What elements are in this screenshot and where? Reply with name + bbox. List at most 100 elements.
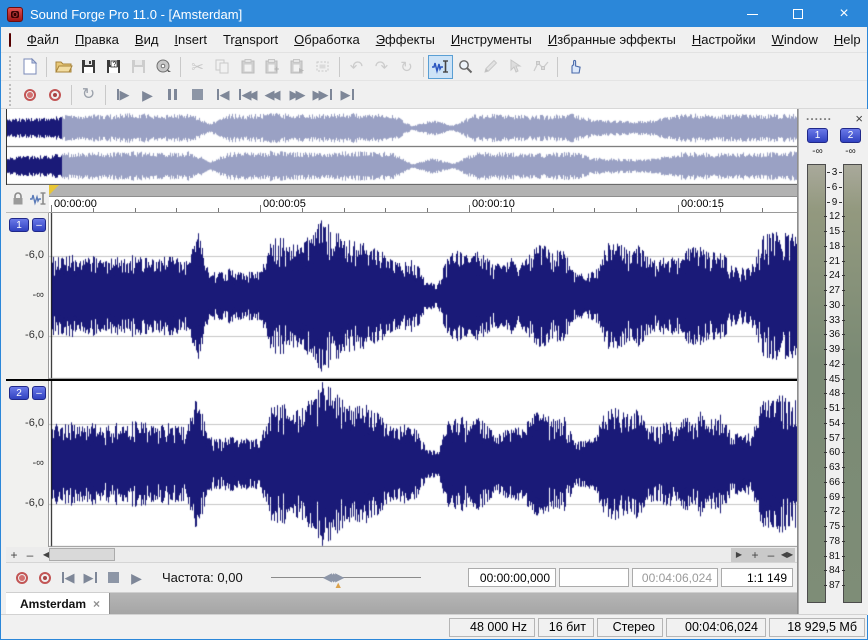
zoom-right-button-0[interactable]: ▶ — [731, 548, 747, 562]
extract-cd-button[interactable] — [151, 55, 176, 79]
meter-scale-label: 78 — [822, 536, 847, 546]
open-button[interactable] — [51, 55, 76, 79]
meter-channel1-button[interactable]: 1 — [807, 128, 828, 143]
meter-scale-label: 45 — [822, 374, 847, 384]
zoom-right-button-3[interactable]: ◀▶ — [779, 548, 795, 562]
zoom-ratio-field[interactable]: 1:1 149 — [721, 568, 793, 587]
trim-button — [310, 55, 335, 79]
go-to-end-button[interactable]: ▶ — [79, 566, 102, 590]
go-to-start-button[interactable]: ◀ — [210, 83, 235, 107]
zoom-left-button-1[interactable]: – — [22, 548, 38, 562]
play-button[interactable]: ▶ — [135, 83, 160, 107]
length-field[interactable]: 00:04:06,024 — [632, 568, 718, 587]
redo-button: ↷ — [369, 55, 394, 79]
save-as-button[interactable]: ? — [101, 55, 126, 79]
free-space-cell: 18 929,5 Мб — [769, 618, 865, 637]
maximize-button[interactable] — [775, 1, 821, 27]
meter-channel2-button[interactable]: 2 — [840, 128, 861, 143]
toolbar-grip[interactable] — [9, 56, 13, 78]
play-all-button[interactable]: ▶ — [110, 83, 135, 107]
meter-scale-label: 12 — [822, 212, 847, 222]
selection-field[interactable] — [559, 568, 629, 587]
toolbar-separator — [423, 57, 424, 77]
record-button[interactable] — [10, 566, 33, 590]
lock-icon[interactable] — [11, 191, 25, 206]
time-ruler[interactable]: 00:00:0000:00:0500:00:1000:00:15 — [49, 197, 797, 213]
scrub-center-marker: ▲ — [334, 580, 343, 590]
menu-инструменты[interactable]: Инструменты — [443, 28, 540, 51]
pencil-tool-button — [478, 55, 503, 79]
bit-depth-cell: 16 бит — [538, 618, 594, 637]
play-button[interactable]: ▶ — [125, 566, 148, 590]
menu-настройки[interactable]: Настройки — [684, 28, 764, 51]
scrub-slider[interactable]: ◀◆▶ ▲ — [271, 568, 421, 588]
stop-button[interactable] — [185, 83, 210, 107]
stop-button[interactable] — [102, 566, 125, 590]
close-button[interactable]: × — [821, 1, 867, 27]
loop-playback-button[interactable]: ↻ — [76, 83, 101, 107]
menu-правка[interactable]: Правка — [67, 28, 127, 51]
meter-scale-label: 9 — [822, 197, 847, 207]
channel1-collapse-button[interactable]: – — [32, 218, 46, 232]
cursor-flag[interactable] — [49, 185, 59, 195]
edit-tool-button[interactable] — [428, 55, 453, 79]
svg-text:?: ? — [112, 62, 116, 69]
menu-help[interactable]: Help — [826, 28, 868, 51]
scrub-track[interactable] — [271, 577, 421, 578]
menu-insert[interactable]: Insert — [166, 28, 215, 51]
meter-scale-label: 54 — [822, 418, 847, 428]
file-overview-strip[interactable] — [6, 109, 797, 185]
magnify-tool-button[interactable] — [453, 55, 478, 79]
db-label: -6,0 — [8, 497, 44, 509]
zoom-right-button-2[interactable]: – — [763, 548, 779, 562]
position-bar[interactable] — [49, 185, 797, 197]
whats-this-help-button[interactable] — [562, 55, 587, 79]
minimize-button[interactable] — [729, 1, 775, 27]
save-button[interactable] — [76, 55, 101, 79]
standard-toolbar: ?✂+↶↷↻ — [1, 53, 867, 81]
rewind-button[interactable]: ◀◀ — [260, 83, 285, 107]
menu-файл[interactable]: Файл — [19, 28, 67, 51]
ruler-tick — [344, 208, 345, 212]
edit-tool-icon[interactable] — [30, 191, 47, 206]
cursor-position-field[interactable]: 00:00:00,000 — [468, 568, 556, 587]
record-remote-button[interactable] — [42, 83, 67, 107]
db-label: -6,0 — [8, 249, 44, 261]
zoom-right-button-1[interactable]: + — [747, 548, 763, 562]
ruler-tick — [51, 205, 52, 212]
channel1-button[interactable]: 1 — [9, 218, 29, 232]
previous-marker-button[interactable]: ◀◀ — [235, 83, 260, 107]
meter-scale-label: 21 — [822, 256, 847, 266]
pause-button[interactable] — [160, 83, 185, 107]
ruler-time-label: 00:00:05 — [263, 198, 306, 210]
ruler-tick — [511, 208, 512, 212]
channel2-collapse-button[interactable]: – — [32, 386, 46, 400]
tab-label: Amsterdam — [20, 597, 86, 611]
zoom-left-button-0[interactable]: + — [6, 548, 22, 562]
panel-close-icon[interactable]: × — [855, 112, 863, 125]
scrollbar-thumb[interactable] — [49, 548, 115, 561]
ruler-time-label: 00:00:15 — [681, 198, 724, 210]
menu-эффекты[interactable]: Эффекты — [368, 28, 443, 51]
menu-вид[interactable]: Вид — [127, 28, 167, 51]
menu-обработка[interactable]: Обработка — [286, 28, 368, 51]
tab-close-icon[interactable]: × — [93, 597, 100, 611]
go-to-end-button[interactable]: ▶ — [335, 83, 360, 107]
menu-избранные-эффекты[interactable]: Избранные эффекты — [540, 28, 684, 51]
record-button[interactable] — [17, 83, 42, 107]
channel2-button[interactable]: 2 — [9, 386, 29, 400]
menu-transport[interactable]: Transport — [215, 28, 286, 51]
meter-scale-label: 18 — [822, 241, 847, 251]
next-marker-button[interactable]: ▶▶ — [310, 83, 335, 107]
new-button[interactable] — [17, 55, 42, 79]
menu-window[interactable]: Window — [764, 28, 826, 51]
record-remote-button[interactable] — [33, 566, 56, 590]
channel2-waveform[interactable] — [49, 381, 797, 547]
repeat-button: ↻ — [394, 55, 419, 79]
go-to-start-button[interactable]: ◀ — [56, 566, 79, 590]
tab-amsterdam[interactable]: Amsterdam × — [6, 593, 110, 615]
meter-scale-label: 81 — [822, 551, 847, 561]
forward-button[interactable]: ▶▶ — [285, 83, 310, 107]
transport-grip[interactable] — [9, 84, 13, 106]
channel1-waveform[interactable] — [49, 213, 797, 379]
